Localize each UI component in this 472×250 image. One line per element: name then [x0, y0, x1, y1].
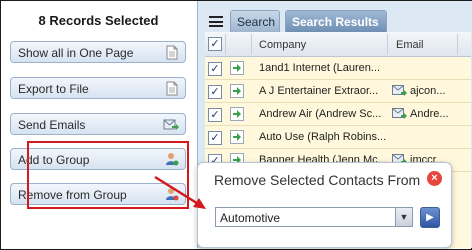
column-header-email[interactable]: Email [396, 39, 424, 51]
chevron-down-icon[interactable]: ▼ [395, 208, 412, 226]
column-separator [457, 34, 458, 54]
group-select[interactable]: Automotive ▼ [215, 207, 413, 227]
records-selected-title: 8 Records Selected [38, 13, 159, 28]
show-all-one-page-button[interactable]: Show all in One Page [10, 41, 186, 63]
column-header-company[interactable]: Company [259, 39, 306, 51]
group-select-value: Automotive [220, 211, 281, 225]
company-cell: 1and1 Internet (Lauren... [259, 62, 381, 74]
go-arrow-icon[interactable] [230, 107, 244, 121]
left-panel: 8 Records Selected Show all in One Page … [1, 1, 196, 248]
email-send-icon [163, 119, 179, 130]
row-checkbox[interactable]: ✓ [208, 85, 222, 99]
table-row[interactable]: ✓ Andrew Air (Andrew Sc... Andre... [205, 103, 471, 126]
row-checkbox[interactable]: ✓ [208, 108, 222, 122]
company-cell: Andrew Air (Andrew Sc... [259, 108, 382, 120]
menu-icon[interactable] [209, 16, 223, 27]
send-emails-button[interactable]: Send Emails [10, 113, 186, 135]
email-cell: Andre... [410, 108, 449, 120]
go-button[interactable]: ▶ [420, 207, 440, 228]
tab-search[interactable]: Search [230, 10, 280, 32]
company-cell: A J Entertainer Extraor... [259, 85, 379, 97]
table-row[interactable]: ✓ 1and1 Internet (Lauren... [205, 57, 471, 80]
file-icon [166, 81, 178, 96]
export-to-file-button[interactable]: Export to File [10, 77, 186, 99]
table-row[interactable]: ✓ A J Entertainer Extraor... ajcon... [205, 80, 471, 103]
email-icon[interactable] [392, 108, 408, 120]
go-arrow-icon[interactable] [230, 84, 244, 98]
go-arrow-icon[interactable] [230, 130, 244, 144]
column-separator [251, 34, 252, 54]
row-checkbox[interactable]: ✓ [208, 131, 222, 145]
column-separator [387, 34, 388, 54]
close-icon[interactable]: × [427, 171, 442, 186]
tab-search-results[interactable]: Search Results [285, 10, 387, 32]
row-checkbox[interactable]: ✓ [208, 62, 222, 76]
column-separator [225, 34, 226, 54]
email-cell: ajcon... [410, 85, 446, 97]
company-cell: Auto Use (Ralph Robins... [259, 131, 387, 143]
button-label: Export to File [18, 82, 89, 96]
page-icon [166, 45, 178, 60]
table-row[interactable]: ✓ Auto Use (Ralph Robins... [205, 126, 471, 149]
select-all-checkbox[interactable]: ✓ [208, 37, 222, 51]
remove-contacts-dialog: Remove Selected Contacts From × Automoti… [197, 162, 452, 248]
button-label: Show all in One Page [18, 46, 134, 60]
grid-header: ✓ Company Email [205, 32, 471, 57]
email-icon[interactable] [392, 85, 408, 97]
highlight-box [27, 141, 189, 209]
go-arrow-icon[interactable] [230, 61, 244, 75]
dialog-title: Remove Selected Contacts From [214, 172, 421, 188]
button-label: Send Emails [18, 118, 86, 132]
